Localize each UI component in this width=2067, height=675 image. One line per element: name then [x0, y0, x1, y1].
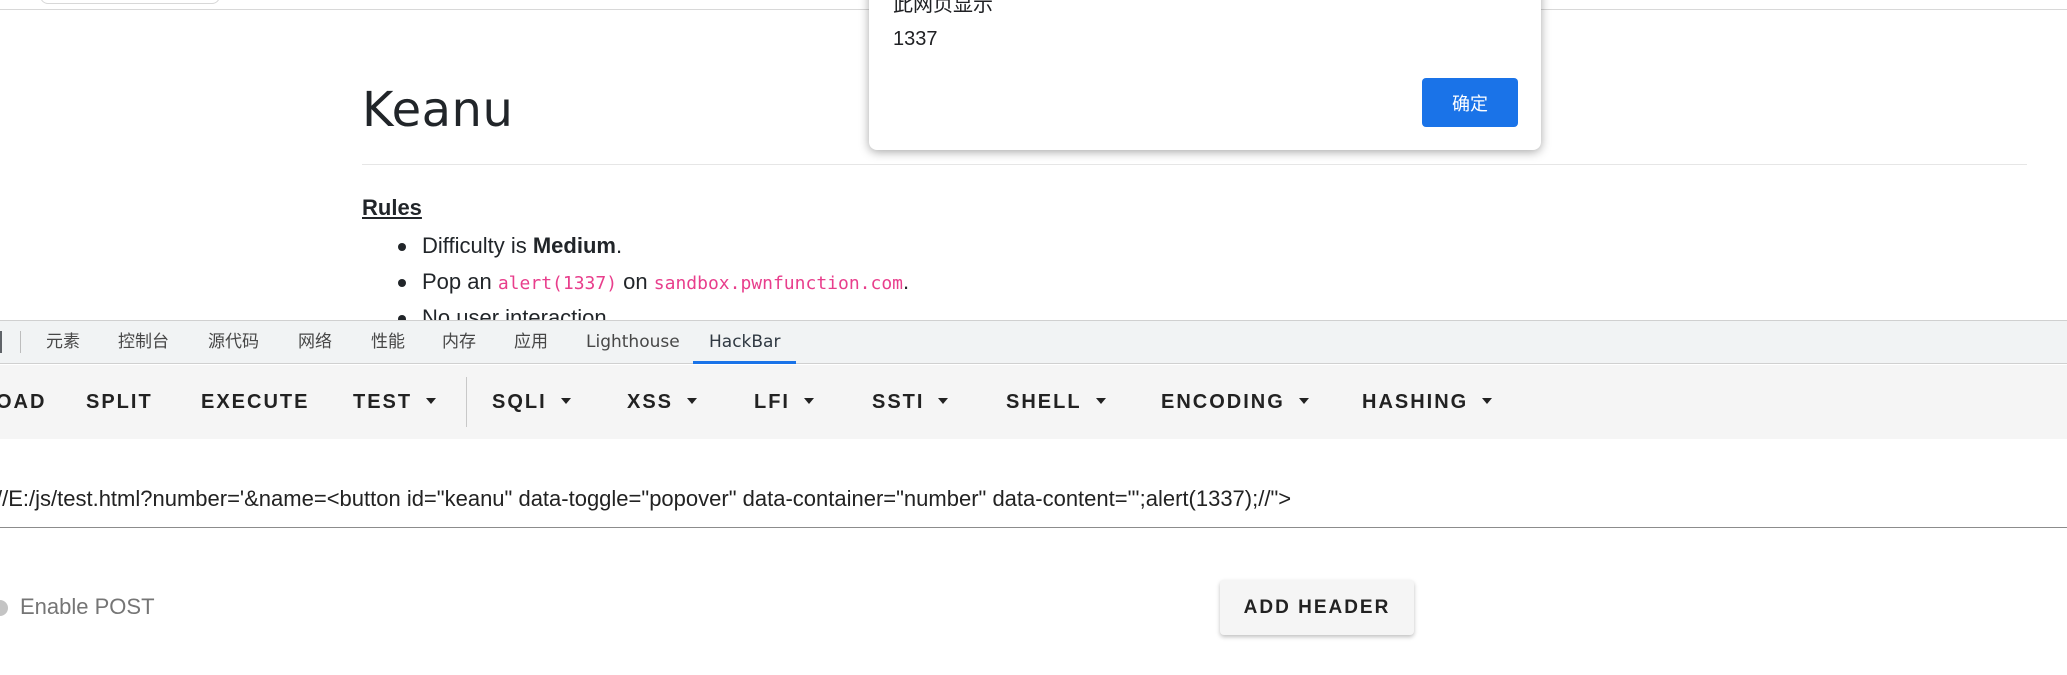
tab-elements[interactable]: 元素 [46, 321, 80, 364]
rule-text: Difficulty is [422, 233, 533, 258]
device-toolbar-icon[interactable] [0, 331, 2, 353]
xss-label: XSS [627, 391, 674, 413]
test-dropdown[interactable]: TEST [353, 382, 437, 422]
rules-list: Difficulty is Medium. Pop an alert(1337)… [362, 228, 909, 320]
rule-code-alert: alert(1337) [497, 273, 618, 294]
tab-memory[interactable]: 内存 [442, 321, 476, 364]
difficulty-value: Medium [532, 233, 616, 258]
hashing-dropdown[interactable]: HASHING [1362, 382, 1493, 422]
split-button[interactable]: SPLIT [86, 382, 153, 422]
tab-console[interactable]: 控制台 [118, 321, 169, 364]
test-label: TEST [353, 391, 413, 413]
shell-label: SHELL [1006, 391, 1082, 413]
rule-text: . [615, 233, 623, 258]
chevron-down-icon [804, 397, 814, 404]
lfi-dropdown[interactable]: LFI [754, 382, 814, 422]
alert-dialog: 此网页显示 1337 确定 [869, 0, 1541, 150]
sqli-label: SQLI [492, 391, 547, 413]
sqli-dropdown[interactable]: SQLI [492, 382, 571, 422]
devtools-panel: 元素 控制台 源代码 网络 性能 内存 应用 Lighthouse HackBa… [0, 320, 2067, 675]
chevron-down-icon [938, 397, 949, 404]
alert-ok-button[interactable]: 确定 [1422, 78, 1518, 127]
rule-item-difficulty: Difficulty is Medium. [362, 228, 909, 264]
url-value[interactable]: //E:/js/test.html?number='&name=<button … [0, 486, 1291, 512]
tab-performance[interactable]: 性能 [371, 321, 405, 364]
rule-text: . [903, 269, 910, 294]
xss-dropdown[interactable]: XSS [627, 382, 698, 422]
alert-message: 1337 [893, 28, 938, 50]
toolbar-divider [466, 377, 467, 427]
tab-network[interactable]: 网络 [298, 321, 332, 364]
title-divider [362, 164, 2027, 165]
alert-origin: 此网页显示 [893, 0, 993, 16]
devtools-tab-bar: 元素 控制台 源代码 网络 性能 内存 应用 Lighthouse HackBa… [0, 321, 2067, 364]
hashing-label: HASHING [1362, 391, 1469, 413]
tab-sources[interactable]: 源代码 [208, 321, 259, 364]
rule-text: No user interaction [422, 305, 607, 320]
shell-dropdown[interactable]: SHELL [1006, 382, 1106, 422]
enable-post-toggle[interactable] [0, 600, 8, 616]
lfi-label: LFI [754, 391, 790, 413]
chevron-down-icon [560, 397, 571, 404]
enable-post-label[interactable]: Enable POST [20, 594, 155, 620]
browser-tab-edge [40, 0, 220, 4]
tab-application[interactable]: 应用 [514, 321, 548, 364]
tab-separator [20, 331, 21, 353]
chevron-down-icon [1095, 397, 1106, 404]
tab-lighthouse[interactable]: Lighthouse [586, 321, 680, 364]
rules-heading: Rules [362, 195, 422, 220]
add-header-button[interactable]: ADD HEADER [1220, 580, 1414, 635]
rule-text: Pop an [422, 269, 498, 294]
rule-item-alert: Pop an alert(1337) on sandbox.pwnfunctio… [362, 264, 909, 300]
chevron-down-icon [687, 397, 698, 404]
execute-button[interactable]: EXECUTE [201, 382, 309, 422]
chevron-down-icon [426, 397, 437, 404]
ssti-dropdown[interactable]: SSTI [872, 382, 949, 422]
url-field[interactable]: //E:/js/test.html?number='&name=<button … [0, 476, 2067, 528]
load-button[interactable]: OAD [0, 382, 46, 422]
hackbar-toolbar: OAD SPLIT EXECUTE TEST SQLI XSS LFI SSTI… [0, 365, 2067, 439]
chevron-down-icon [1298, 397, 1309, 404]
ssti-label: SSTI [872, 391, 925, 413]
tab-hackbar[interactable]: HackBar [693, 321, 797, 364]
rule-text: on [617, 269, 654, 294]
encoding-label: ENCODING [1161, 391, 1285, 413]
encoding-dropdown[interactable]: ENCODING [1161, 382, 1309, 422]
rule-item-interaction: No user interaction [362, 300, 909, 320]
rule-code-domain: sandbox.pwnfunction.com [653, 273, 904, 294]
chevron-down-icon [1482, 397, 1493, 404]
